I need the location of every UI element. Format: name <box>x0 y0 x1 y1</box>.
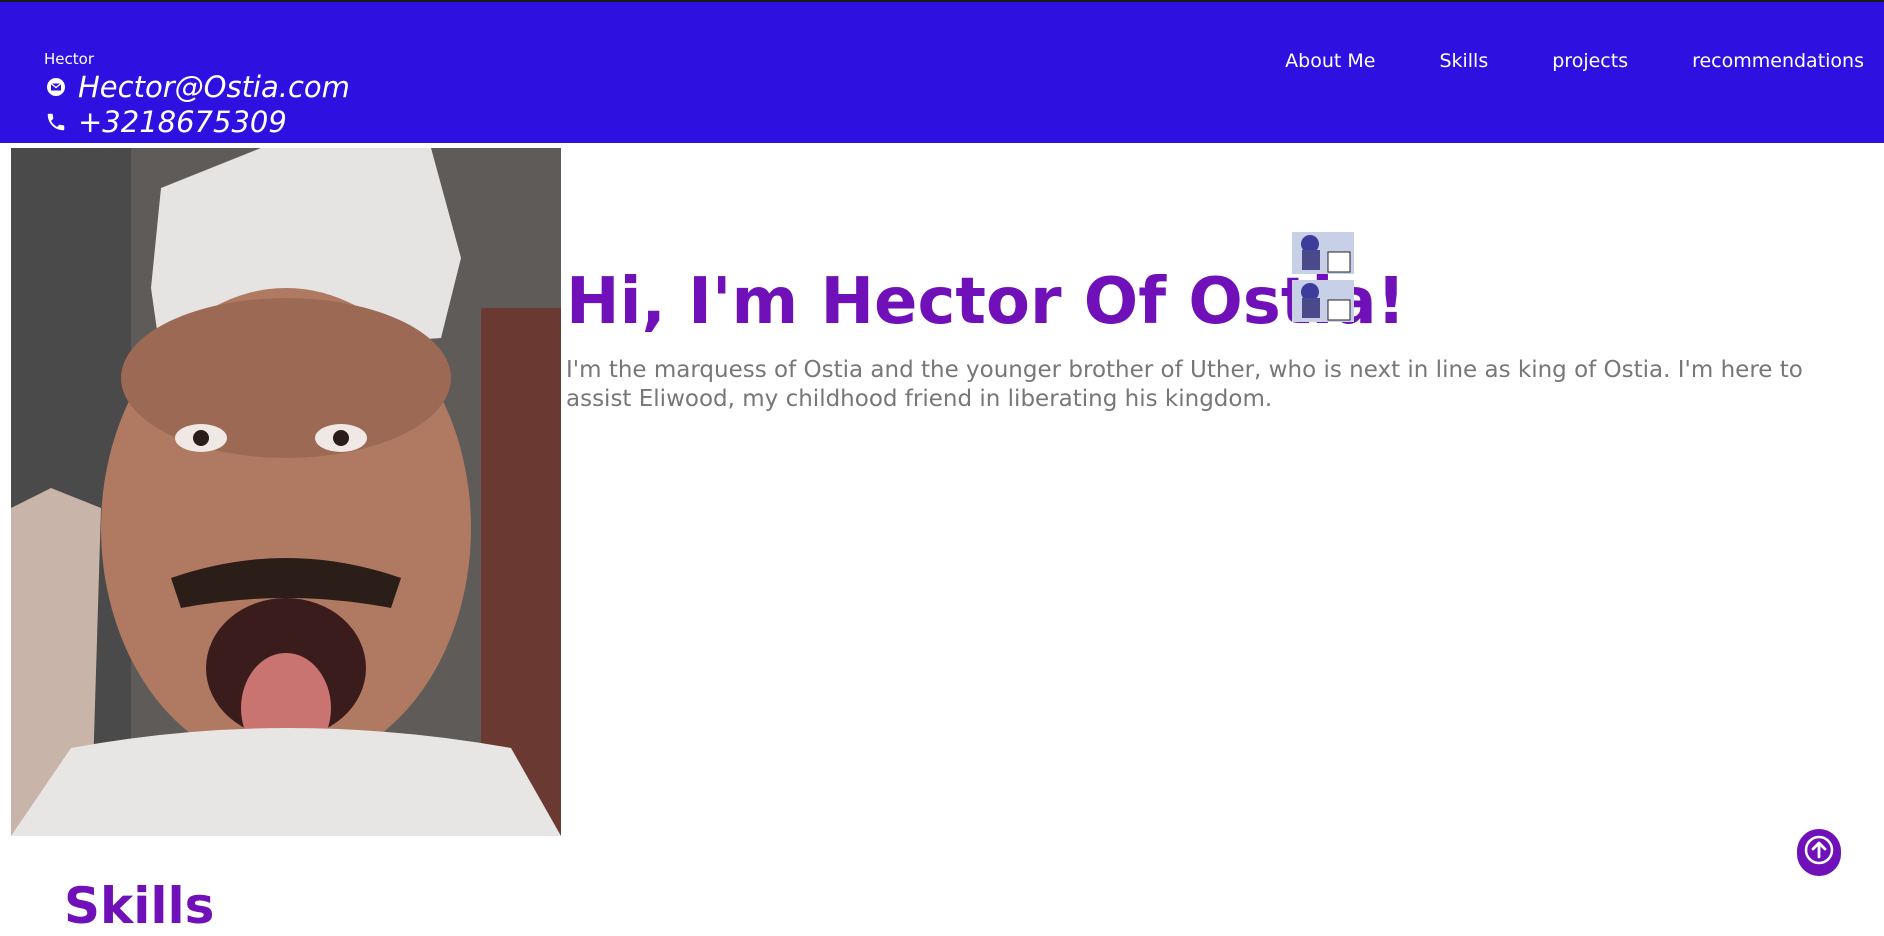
scroll-to-top-button[interactable] <box>1797 829 1841 873</box>
brand-name: Hector <box>44 50 94 68</box>
hero-description: I'm the marquess of Ostia and the younge… <box>566 357 1803 412</box>
character-sprite <box>1292 232 1354 274</box>
nav-projects[interactable]: projects <box>1552 50 1628 72</box>
hero-title: Hi, I'm Hector Of Ostia! <box>566 265 1406 339</box>
email-text[interactable]: Hector@Ostia.com <box>78 70 350 104</box>
skills-heading: Skills <box>64 877 215 935</box>
site-header: Hector Hector@Ostia.com +3218675309 Abou… <box>0 2 1884 143</box>
phone-text[interactable]: +3218675309 <box>78 105 287 139</box>
profile-photo <box>11 148 561 836</box>
nav-recommendations[interactable]: recommendations <box>1692 50 1864 72</box>
phone-contact[interactable]: +3218675309 <box>44 105 287 139</box>
nav-about-me[interactable]: About Me <box>1285 50 1375 72</box>
arrow-up-icon <box>1804 835 1834 868</box>
character-sprite-images <box>1292 232 1354 324</box>
envelope-icon <box>44 75 68 99</box>
character-sprite <box>1292 280 1354 322</box>
main-nav: About Me Skills projects recommendations <box>1221 50 1864 72</box>
email-contact[interactable]: Hector@Ostia.com <box>44 70 350 104</box>
phone-icon <box>44 110 68 134</box>
nav-skills[interactable]: Skills <box>1439 50 1488 72</box>
